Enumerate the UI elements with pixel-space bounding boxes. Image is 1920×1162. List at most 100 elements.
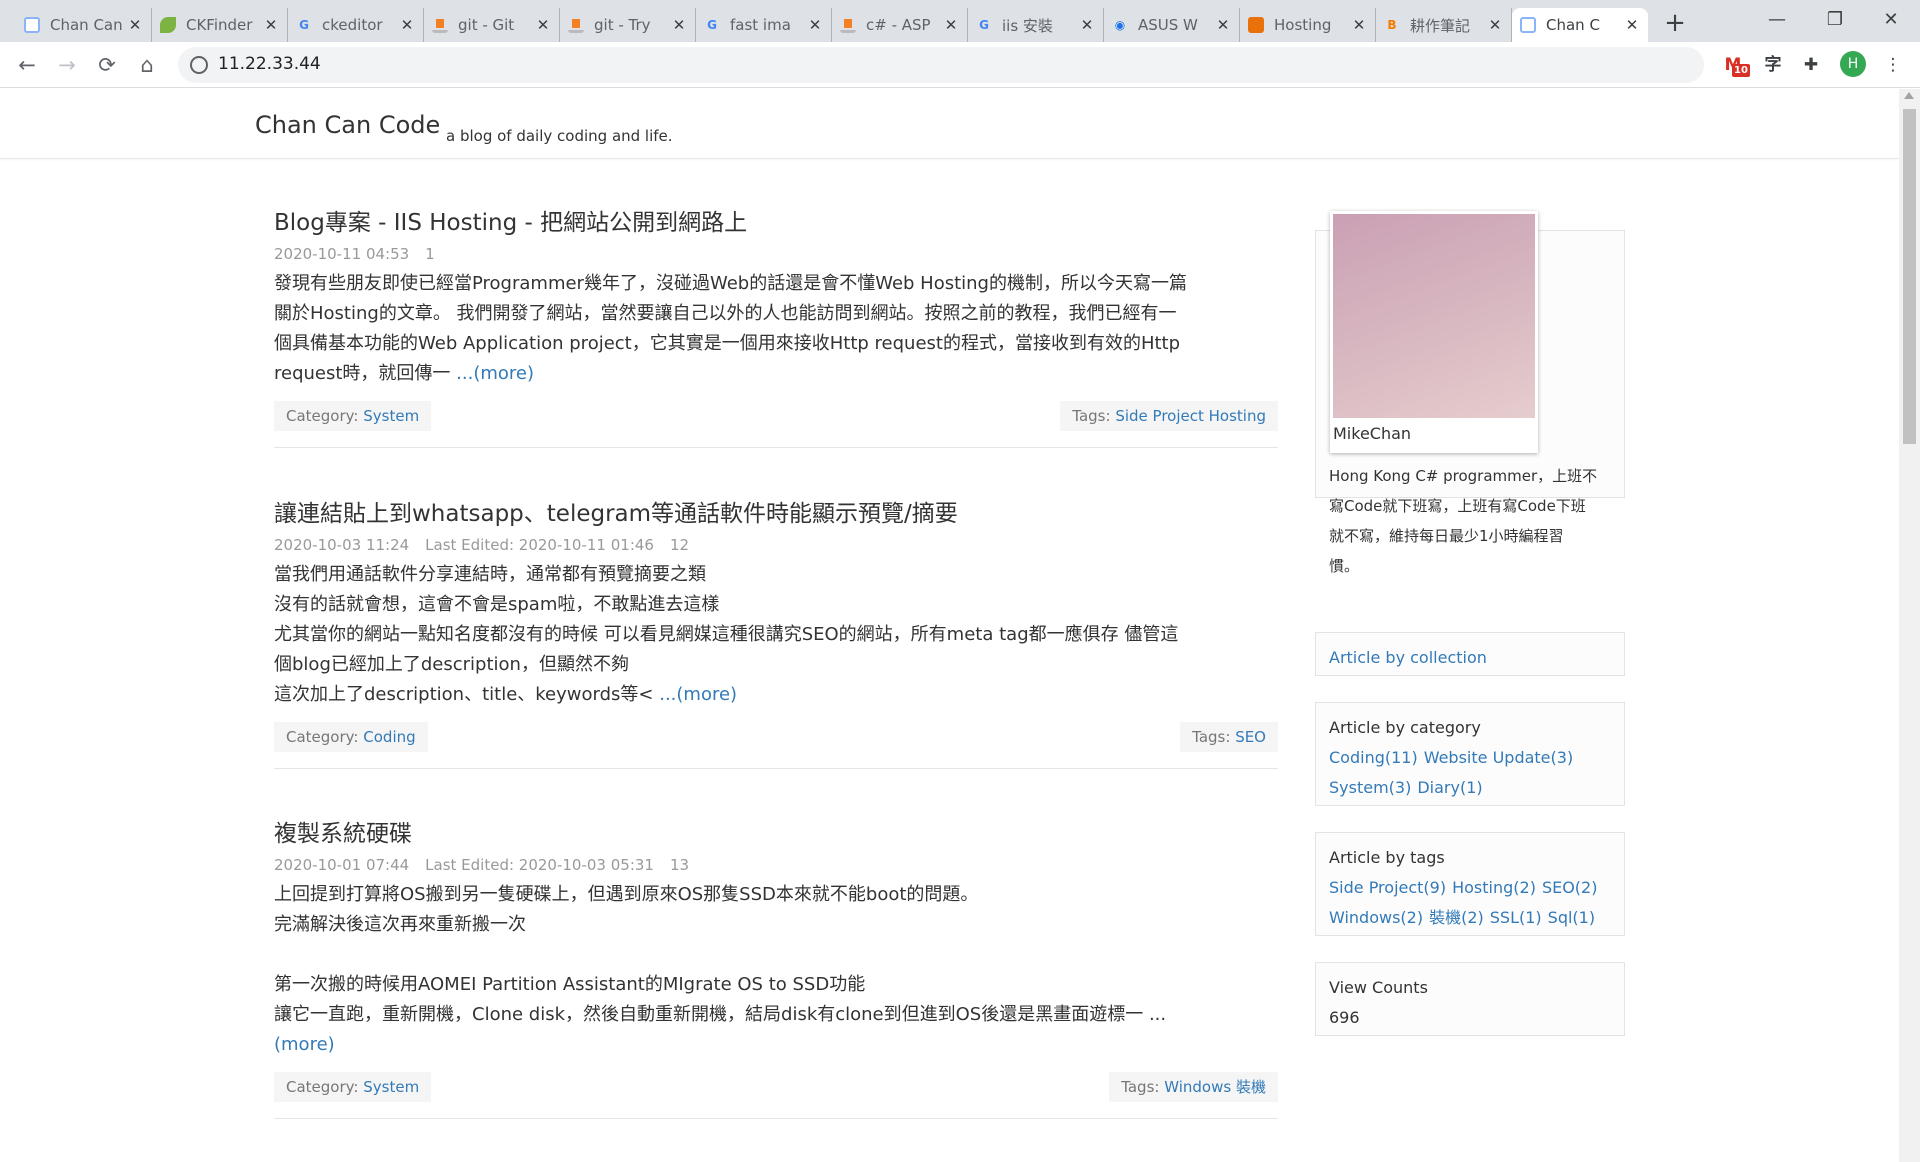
browser-tab[interactable]: CKFinder ✕ bbox=[152, 8, 288, 42]
reload-icon[interactable]: ⟳ bbox=[92, 50, 122, 80]
browser-tab[interactable]: Chan Can ✕ bbox=[16, 8, 152, 42]
sidebar-tag-link[interactable]: Hosting(2) bbox=[1452, 878, 1536, 897]
category-link[interactable]: Coding bbox=[363, 728, 415, 746]
home-icon[interactable]: ⌂ bbox=[132, 50, 162, 80]
excerpt-text: 沒有的話就會想，這會不會是spam啦，不敢點進去這樣 bbox=[274, 594, 720, 615]
browser-tab[interactable]: c# - ASP ✕ bbox=[832, 8, 968, 42]
scroll-up-arrow[interactable] bbox=[1904, 92, 1914, 99]
tab-favicon-icon: G bbox=[979, 18, 989, 32]
read-more-link[interactable]: (more) bbox=[274, 1034, 335, 1055]
tab-favicon-icon: G bbox=[299, 18, 309, 32]
minimize-button[interactable]: — bbox=[1748, 0, 1806, 42]
address-bar[interactable]: 11.22.33.44 bbox=[178, 47, 1704, 83]
sidebar-category-link[interactable]: Website Update(3) bbox=[1424, 748, 1573, 767]
tab-close-icon[interactable]: ✕ bbox=[1624, 16, 1640, 34]
post-view-count: 13 bbox=[669, 856, 690, 874]
browser-tab[interactable]: Hosting ✕ bbox=[1240, 8, 1376, 42]
browser-tab[interactable]: Chan C ✕ bbox=[1512, 8, 1648, 42]
tab-close-icon[interactable]: ✕ bbox=[1215, 16, 1231, 34]
post-title[interactable]: 讓連結貼上到whatsapp、telegram等通話軟件時能顯示預覽/摘要 bbox=[274, 498, 1278, 530]
extensions-icon[interactable]: ✚ bbox=[1798, 52, 1824, 78]
close-window-button[interactable]: ✕ bbox=[1862, 0, 1920, 42]
page-scrollbar[interactable] bbox=[1899, 89, 1920, 1162]
tab-close-icon[interactable]: ✕ bbox=[1487, 16, 1503, 34]
new-tab-button[interactable]: + bbox=[1658, 8, 1692, 42]
sidebar-category-link[interactable]: Coding(11) bbox=[1329, 748, 1418, 767]
post-edited: Last Edited: 2020-10-03 05:31 bbox=[425, 856, 654, 874]
excerpt-line: 尤其當你的網站一點知名度都沒有的時候 可以看見網媒這種很講究SEO的網站，所有m… bbox=[274, 620, 1278, 650]
browser-tab[interactable]: ◉ ASUS W ✕ bbox=[1104, 8, 1240, 42]
tag-link[interactable]: Side Project bbox=[1115, 407, 1204, 425]
tab-favicon-icon: ◉ bbox=[1114, 18, 1126, 32]
profile-name: MikeChan bbox=[1333, 424, 1412, 443]
sidebar-tag-link[interactable]: Windows(2) bbox=[1329, 908, 1423, 927]
tab-title: CKFinder bbox=[186, 16, 253, 34]
scrollbar-thumb[interactable] bbox=[1903, 109, 1916, 444]
back-icon[interactable]: ← bbox=[12, 50, 42, 80]
maximize-button[interactable]: ❐ bbox=[1806, 0, 1864, 42]
site-tagline: a blog of daily coding and life. bbox=[446, 127, 673, 145]
tag-link[interactable]: Windows bbox=[1164, 1078, 1231, 1096]
tag-link[interactable]: 裝機 bbox=[1236, 1078, 1266, 1096]
post-category: Category: Coding bbox=[274, 722, 428, 752]
post-meta: 2020-10-11 04:53 1 bbox=[274, 245, 1278, 267]
post-edited: Last Edited: 2020-10-11 01:46 bbox=[425, 536, 654, 554]
tag-link[interactable]: SEO bbox=[1235, 728, 1266, 746]
browser-tab[interactable]: git - Git ✕ bbox=[424, 8, 560, 42]
read-more-link[interactable]: ...(more) bbox=[456, 363, 534, 384]
tab-close-icon[interactable]: ✕ bbox=[263, 16, 279, 34]
sidebar-category-link[interactable]: Diary(1) bbox=[1417, 778, 1482, 797]
sidebar-category-link[interactable]: System(3) bbox=[1329, 778, 1411, 797]
sidebar-tag-link[interactable]: Sql(1) bbox=[1548, 908, 1595, 927]
browser-tab-strip: Chan Can ✕ CKFinder ✕ Gckeditor ✕ git - Git ✕ gi… bbox=[0, 0, 1920, 42]
site-brand[interactable]: Chan Can Code bbox=[255, 111, 440, 139]
tag-link[interactable]: Hosting bbox=[1209, 407, 1266, 425]
browser-tab[interactable]: B 耕作筆記 ✕ bbox=[1376, 8, 1512, 42]
bio-line: Hong Kong C# programmer，上班不 bbox=[1329, 467, 1598, 485]
tab-title: ASUS W bbox=[1138, 16, 1198, 34]
forward-icon[interactable]: → bbox=[52, 50, 82, 80]
excerpt-text: 關於Hosting的文章。 我們開發了網站，當然要讓自己以外的人也能訪問到網站。… bbox=[274, 303, 1177, 324]
site-info-icon[interactable] bbox=[190, 56, 208, 74]
profile-avatar[interactable]: H bbox=[1840, 51, 1866, 77]
browser-tab[interactable]: git - Try ✕ bbox=[560, 8, 696, 42]
excerpt-line: 關於Hosting的文章。 我們開發了網站，當然要讓自己以外的人也能訪問到網站。… bbox=[274, 299, 1278, 329]
post-date: 2020-10-11 04:53 bbox=[274, 245, 410, 263]
category-link[interactable]: System bbox=[363, 1078, 419, 1096]
collection-link[interactable]: Article by collection bbox=[1329, 648, 1487, 667]
menu-dots-icon[interactable]: ⋮ bbox=[1880, 52, 1906, 78]
sidebar-tag-link[interactable]: SSL(1) bbox=[1490, 908, 1542, 927]
tab-favicon-icon bbox=[24, 17, 40, 33]
sidebar-tag-link[interactable]: 裝機(2) bbox=[1429, 908, 1484, 927]
tab-close-icon[interactable]: ✕ bbox=[1351, 16, 1367, 34]
sidebar-tag-link[interactable]: Side Project(9) bbox=[1329, 878, 1446, 897]
read-more-link[interactable]: ...(more) bbox=[659, 684, 737, 705]
excerpt-line: 第一次搬的時候用AOMEI Partition Assistant的MIgrat… bbox=[274, 970, 1278, 1000]
tab-close-icon[interactable]: ✕ bbox=[535, 16, 551, 34]
tab-close-icon[interactable]: ✕ bbox=[807, 16, 823, 34]
address-url[interactable]: 11.22.33.44 bbox=[218, 54, 321, 74]
tab-close-icon[interactable]: ✕ bbox=[943, 16, 959, 34]
gmail-extension-icon[interactable]: M10 bbox=[1720, 52, 1750, 78]
tab-close-icon[interactable]: ✕ bbox=[1079, 16, 1095, 34]
tab-favicon-icon bbox=[432, 17, 448, 33]
excerpt-text: 上回提到打算將OS搬到另一隻硬碟上，但遇到原來OS那隻SSD本來就不能boot的… bbox=[274, 884, 979, 905]
browser-tab[interactable]: Gckeditor ✕ bbox=[288, 8, 424, 42]
post-title[interactable]: 複製系統硬碟 bbox=[274, 818, 1278, 850]
excerpt-line: 個具備基本功能的Web Application project，它其實是一個用來… bbox=[274, 329, 1278, 359]
tab-close-icon[interactable]: ✕ bbox=[127, 16, 143, 34]
tab-close-icon[interactable]: ✕ bbox=[399, 16, 415, 34]
tab-title: Chan C bbox=[1546, 16, 1600, 34]
post-title[interactable]: Blog專案 - IIS Hosting - 把網站公開到網路上 bbox=[274, 207, 1278, 239]
excerpt-line: 沒有的話就會想，這會不會是spam啦，不敢點進去這樣 bbox=[274, 590, 1278, 620]
browser-tab[interactable]: Giis 安裝 ✕ bbox=[968, 8, 1104, 42]
sidebar-tag-link[interactable]: SEO(2) bbox=[1542, 878, 1598, 897]
excerpt-line: 發現有些朋友即使已經當Programmer幾年了，沒碰過Web的話還是會不懂We… bbox=[274, 269, 1278, 299]
browser-tab[interactable]: Gfast ima ✕ bbox=[696, 8, 832, 42]
tab-title: Hosting bbox=[1274, 16, 1332, 34]
excerpt-line: (more) bbox=[274, 1030, 1278, 1060]
translate-extension-icon[interactable]: 字 bbox=[1760, 52, 1786, 78]
category-link[interactable]: System bbox=[363, 407, 419, 425]
tab-close-icon[interactable]: ✕ bbox=[671, 16, 687, 34]
excerpt-line: 當我們用通話軟件分享連結時，通常都有預覽摘要之類 bbox=[274, 560, 1278, 590]
